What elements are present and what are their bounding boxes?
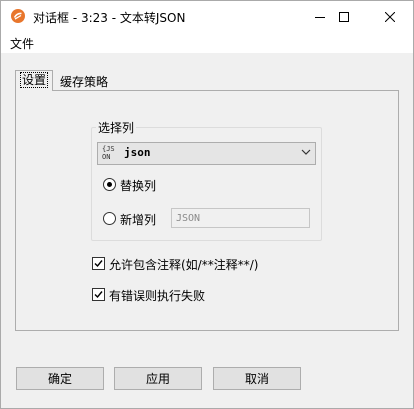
close-icon [385, 11, 395, 22]
radio-selected-dot [107, 182, 112, 187]
cancel-button[interactable]: 取消 [213, 367, 301, 390]
checkbox-allow-comments[interactable] [92, 257, 105, 270]
title-bar[interactable]: 对话框 - 3:23 - 文本转JSON [1, 1, 413, 32]
checkmark-icon [94, 260, 103, 268]
radio-replace-column[interactable] [103, 178, 116, 191]
json-icon: {JS ON [102, 145, 115, 161]
new-column-name-field[interactable] [171, 208, 310, 228]
column-select[interactable]: {JS ON json [97, 142, 316, 165]
tab-settings[interactable]: 设置 [15, 70, 54, 91]
radio-new-column[interactable] [103, 212, 116, 225]
column-select-value: json [124, 146, 151, 159]
checkbox-fail-on-error[interactable] [92, 288, 105, 301]
window-title: 对话框 - 3:23 - 文本转JSON [33, 11, 186, 25]
ok-button[interactable]: 确定 [16, 367, 104, 390]
apply-button[interactable]: 应用 [114, 367, 202, 390]
app-logo-icon [11, 9, 25, 23]
maximize-icon [339, 11, 349, 22]
chevron-down-icon [301, 149, 311, 155]
groupbox-title: 选择列 [96, 119, 137, 136]
tab-settings-label: 设置 [20, 72, 49, 88]
radio-replace-label[interactable]: 替换列 [120, 177, 156, 194]
fail-on-error-label[interactable]: 有错误则执行失败 [109, 287, 205, 304]
close-button[interactable] [367, 1, 413, 32]
tab-cache-strategy[interactable]: 缓存策略 [56, 73, 112, 91]
checkmark-icon [94, 291, 103, 299]
radio-new-label[interactable]: 新增列 [120, 211, 156, 228]
menu-bar: 文件 [1, 32, 413, 53]
menu-file[interactable]: 文件 [10, 35, 34, 52]
new-column-name-input[interactable] [172, 210, 310, 226]
allow-comments-label[interactable]: 允许包含注释(如/**注释**/) [109, 256, 258, 273]
maximize-button[interactable] [321, 1, 367, 32]
dialog-window: 对话框 - 3:23 - 文本转JSON 文件 设置 缓存策略 选择列 {JS [0, 0, 414, 409]
